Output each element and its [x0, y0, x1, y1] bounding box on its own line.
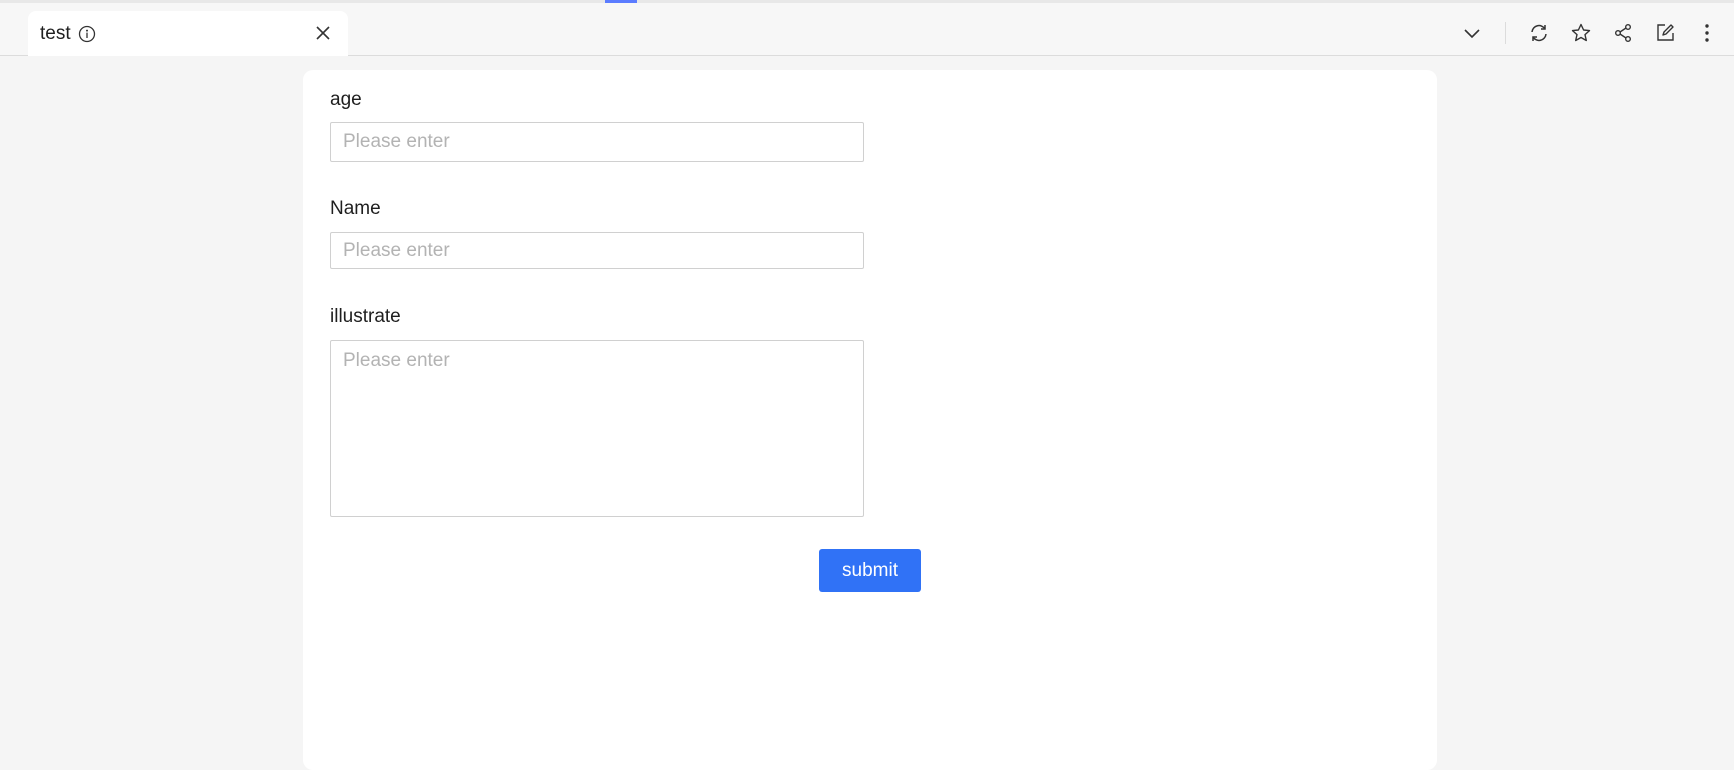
- submit-button[interactable]: submit: [819, 549, 921, 592]
- info-icon[interactable]: [78, 25, 96, 43]
- toolbar-divider: [1505, 21, 1506, 44]
- share-icon[interactable]: [1610, 20, 1636, 46]
- more-vertical-icon[interactable]: [1694, 20, 1720, 46]
- chevron-down-icon[interactable]: [1459, 20, 1485, 46]
- tab-bar: test: [0, 3, 1734, 56]
- toolbar: [1459, 6, 1734, 59]
- tab-test[interactable]: test: [28, 11, 348, 56]
- star-icon[interactable]: [1568, 20, 1594, 46]
- tab-title: test: [40, 22, 71, 44]
- illustrate-textarea[interactable]: [330, 340, 864, 517]
- age-input[interactable]: [330, 122, 864, 162]
- name-label: Name: [330, 198, 381, 219]
- edit-icon[interactable]: [1652, 20, 1678, 46]
- name-input[interactable]: [330, 232, 864, 269]
- age-label: age: [330, 89, 362, 110]
- refresh-icon[interactable]: [1526, 20, 1552, 46]
- illustrate-label: illustrate: [330, 306, 401, 327]
- form-card: age Name illustrate submit: [303, 70, 1437, 770]
- close-icon[interactable]: [312, 22, 334, 44]
